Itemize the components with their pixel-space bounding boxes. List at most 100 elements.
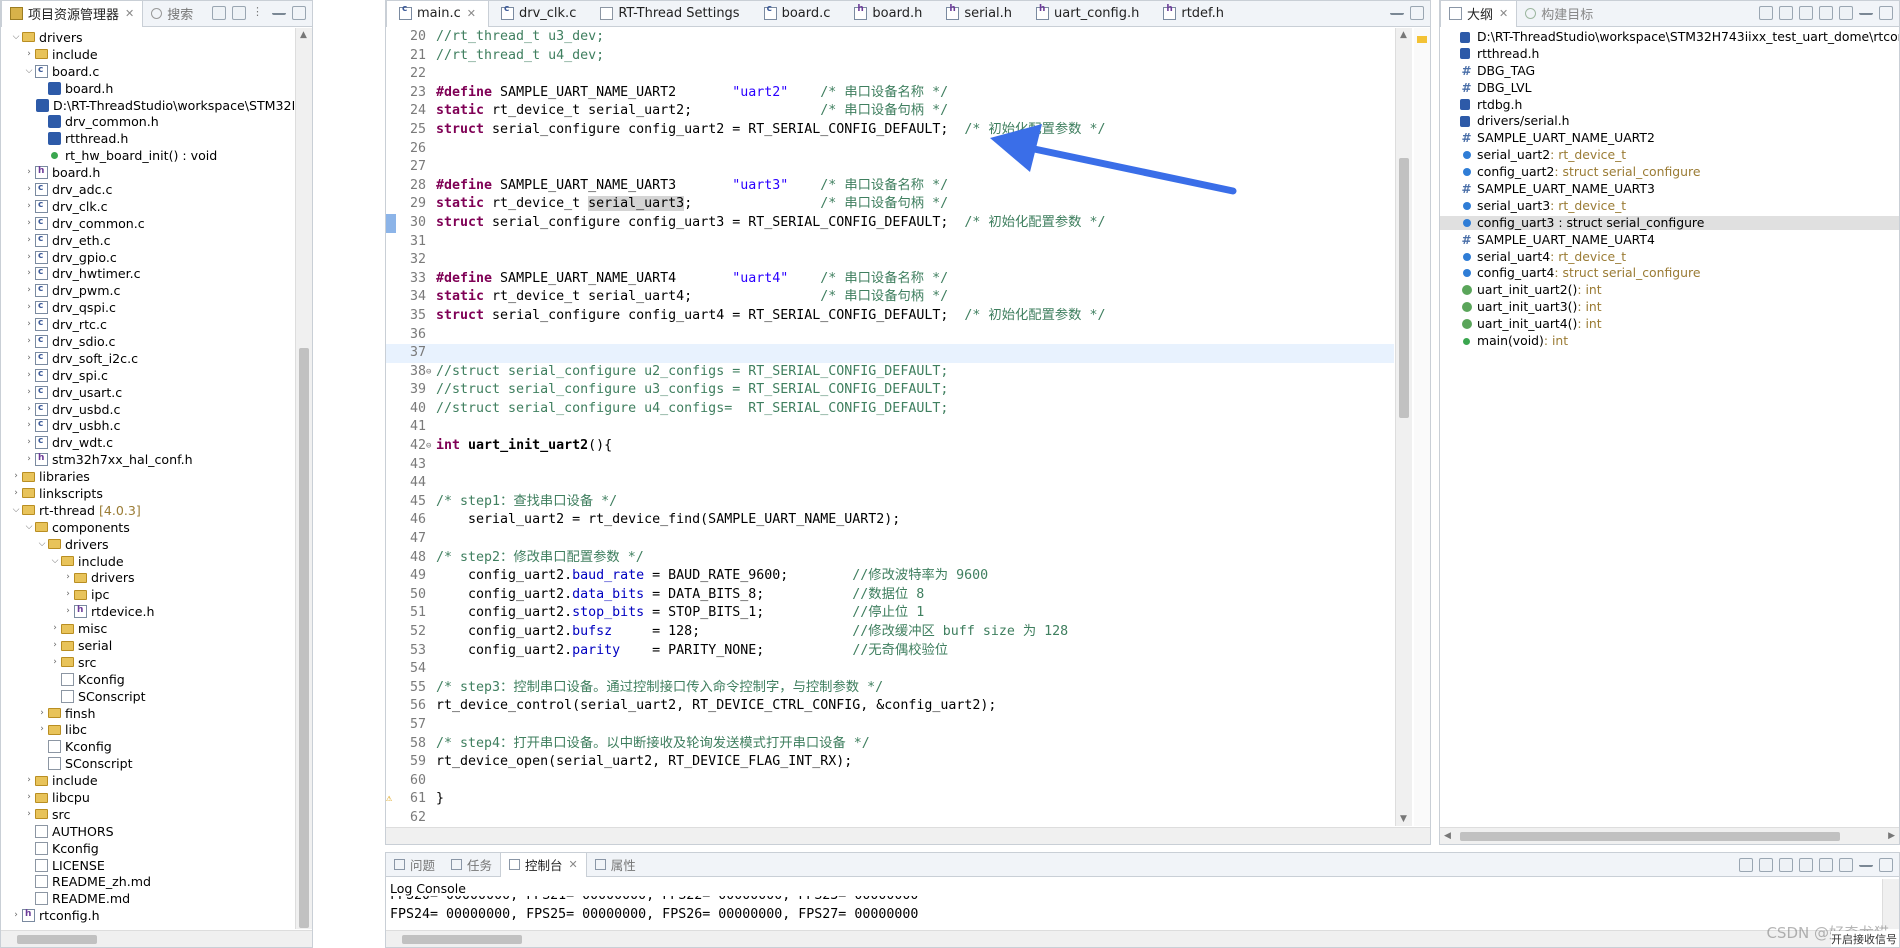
code-line[interactable]: 53 config_uart2.parity = PARITY_NONE; //…: [386, 642, 1394, 661]
tree-item[interactable]: ⌵ drivers: [1, 29, 294, 46]
editor-tab[interactable]: rtdef.h: [1151, 1, 1236, 27]
clear-console-icon[interactable]: [1759, 858, 1773, 872]
outline-item[interactable]: rtdbg.h: [1440, 97, 1899, 112]
code-line[interactable]: 21 //rt_thread_t u4_dev;: [386, 47, 1394, 66]
tree-item[interactable]: › drv_usbh.c: [1, 416, 294, 434]
console-tab[interactable]: 任务: [443, 853, 500, 877]
explorer-scroll-thumb[interactable]: [299, 348, 309, 928]
hide-fields-icon[interactable]: [1779, 6, 1793, 20]
maximize-icon[interactable]: [1879, 858, 1893, 872]
code-line[interactable]: 40 //struct serial_configure u4_configs= …: [386, 400, 1394, 419]
tab-outline[interactable]: 大纲 ✕: [1440, 1, 1518, 27]
chevron-right-icon[interactable]: ›: [23, 215, 35, 232]
chevron-right-icon[interactable]: ›: [62, 569, 74, 586]
tree-item[interactable]: › drv_common.c: [1, 214, 294, 232]
outline-item[interactable]: serial_uart4 : rt_device_t: [1440, 249, 1899, 264]
outline-item[interactable]: # SAMPLE_UART_NAME_UART4: [1440, 232, 1899, 247]
tree-item[interactable]: ⌵ drivers: [1, 536, 294, 553]
code-line[interactable]: 48 /* step2：修改串口配置参数 */: [386, 549, 1394, 568]
chevron-right-icon[interactable]: ›: [23, 806, 35, 823]
chevron-right-icon[interactable]: ›: [23, 350, 35, 367]
code-line[interactable]: 58 /* step4：打开串口设备。以中断接收及轮询发送模式打开串口设备 */: [386, 735, 1394, 754]
tree-item[interactable]: › serial: [1, 637, 294, 654]
console-output[interactable]: Log Console FPS20= 00000000, FPS21= 0000…: [386, 879, 1881, 929]
code-line[interactable]: 54: [386, 660, 1394, 679]
scroll-lock-icon[interactable]: [1779, 858, 1793, 872]
code-line[interactable]: 52 config_uart2.bufsz = 128; //修改缓冲区 buf…: [386, 623, 1394, 642]
outline-item[interactable]: uart_init_uart2() : int: [1440, 283, 1899, 297]
tree-item[interactable]: rt_hw_board_init() : void: [1, 147, 294, 164]
code-line[interactable]: 33 #define SAMPLE_UART_NAME_UART4 "uart4"…: [386, 270, 1394, 289]
collapse-all-icon[interactable]: [212, 6, 226, 20]
tree-item[interactable]: › drv_clk.c: [1, 197, 294, 215]
code-line[interactable]: 23 #define SAMPLE_UART_NAME_UART2 "uart2"…: [386, 84, 1394, 103]
code-line[interactable]: 55 /* step3：控制串口设备。通过控制接口传入命令控制字，与控制参数 */: [386, 679, 1394, 698]
chevron-right-icon[interactable]: ›: [23, 772, 35, 789]
outline-item[interactable]: main(void) : int: [1440, 334, 1899, 348]
code-line[interactable]: 24 static rt_device_t serial_uart2; /* 串口…: [386, 102, 1394, 121]
outline-item[interactable]: rtthread.h: [1440, 46, 1899, 61]
tree-item[interactable]: › libcpu: [1, 789, 294, 806]
hide-nonpublic-icon[interactable]: [1819, 6, 1833, 20]
chevron-right-icon[interactable]: ›: [23, 316, 35, 333]
bookmark-marker[interactable]: [386, 213, 396, 233]
tree-item[interactable]: › drv_wdt.c: [1, 433, 294, 451]
maximize-icon[interactable]: [1410, 6, 1424, 20]
editor-tab[interactable]: RT-Thread Settings: [588, 1, 751, 27]
tree-item[interactable]: › src: [1, 654, 294, 671]
chevron-right-icon[interactable]: ›: [36, 721, 48, 738]
tree-item[interactable]: › include: [1, 46, 294, 63]
code-line[interactable]: 59 rt_device_open(serial_uart2, RT_DEVICE…: [386, 753, 1394, 772]
chevron-right-icon[interactable]: ›: [23, 181, 35, 198]
minimize-icon[interactable]: [1859, 6, 1873, 15]
chevron-down-icon[interactable]: ⌵: [49, 553, 61, 570]
outline-item[interactable]: # SAMPLE_UART_NAME_UART3: [1440, 182, 1899, 197]
code-line[interactable]: 62: [386, 809, 1394, 828]
code-line[interactable]: ⚠ 61}: [386, 790, 1394, 809]
code-line[interactable]: 25 struct serial_configure config_uart2 =…: [386, 121, 1394, 140]
outline-item[interactable]: uart_init_uart4() : int: [1440, 317, 1899, 331]
chevron-right-icon[interactable]: ›: [23, 401, 35, 418]
editor-tab[interactable]: board.c: [752, 1, 843, 27]
tree-item[interactable]: rtthread.h: [1, 130, 294, 147]
chevron-down-icon[interactable]: ⌵: [10, 29, 22, 46]
code-line[interactable]: 45 /* step1：查找串口设备 */: [386, 493, 1394, 512]
chevron-right-icon[interactable]: ›: [23, 198, 35, 215]
group-includes-icon[interactable]: [1839, 6, 1853, 20]
tree-item[interactable]: SConscript: [1, 688, 294, 705]
tree-item[interactable]: › include: [1, 772, 294, 789]
outline-item[interactable]: config_uart4 : struct serial_configure: [1440, 266, 1899, 280]
fold-toggle-icon[interactable]: ⊖: [426, 363, 434, 382]
chevron-right-icon[interactable]: ›: [49, 620, 61, 637]
tree-item[interactable]: › drv_soft_i2c.c: [1, 349, 294, 367]
outline-item[interactable]: config_uart2 : struct serial_configure: [1440, 165, 1899, 179]
chevron-right-icon[interactable]: ›: [23, 417, 35, 434]
code-line[interactable]: 46 serial_uart2 = rt_device_find(SAMPLE_…: [386, 511, 1394, 530]
chevron-right-icon[interactable]: ›: [62, 603, 74, 620]
chevron-right-icon[interactable]: ›: [23, 249, 35, 266]
code-editor[interactable]: 20 //rt_thread_t u3_dev; 21 //rt_thread_t u…: [386, 28, 1394, 826]
outline-item[interactable]: config_uart3 : struct serial_configure: [1440, 215, 1899, 230]
chevron-down-icon[interactable]: ⌵: [36, 536, 48, 553]
tree-item[interactable]: ⌵ include: [1, 553, 294, 570]
tab-build-targets[interactable]: 构建目标: [1517, 1, 1601, 27]
link-editor-icon[interactable]: [232, 6, 246, 20]
code-line[interactable]: 38 ⊖//struct serial_configure u2_configs …: [386, 363, 1394, 382]
chevron-right-icon[interactable]: ›: [23, 384, 35, 401]
maximize-icon[interactable]: [1879, 6, 1893, 20]
chevron-right-icon[interactable]: ›: [49, 654, 61, 671]
tree-item[interactable]: › drv_qspi.c: [1, 298, 294, 316]
code-line[interactable]: 39 //struct serial_configure u3_configs =…: [386, 381, 1394, 400]
chevron-right-icon[interactable]: ›: [36, 705, 48, 722]
close-icon[interactable]: ✕: [1499, 7, 1508, 20]
code-line[interactable]: 44: [386, 474, 1394, 493]
explorer-vertical-scrollbar[interactable]: ▲: [295, 28, 312, 929]
code-line[interactable]: 26: [386, 140, 1394, 159]
tab-project-explorer[interactable]: 项目资源管理器 ✕: [1, 1, 144, 27]
editor-scroll-thumb[interactable]: [1399, 158, 1409, 418]
outline-item[interactable]: uart_init_uart3() : int: [1440, 300, 1899, 314]
code-line[interactable]: 36: [386, 326, 1394, 345]
chevron-right-icon[interactable]: ›: [23, 789, 35, 806]
tree-item[interactable]: Kconfig: [1, 738, 294, 755]
scroll-up-icon[interactable]: ▲: [1400, 30, 1407, 40]
